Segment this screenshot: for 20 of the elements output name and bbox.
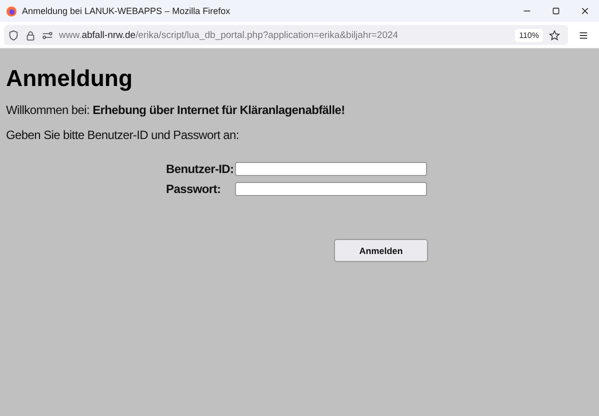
- bookmark-star-icon[interactable]: [549, 30, 560, 40]
- permissions-icon[interactable]: [42, 30, 53, 40]
- lock-icon[interactable]: [25, 30, 36, 40]
- field-label: Benutzer-ID:: [166, 162, 235, 176]
- field-label: Passwort:: [166, 182, 222, 196]
- login-button[interactable]: Anmelden: [334, 239, 428, 262]
- instruction-text: Geben Sie bitte Benutzer-ID und Passwort an:: [6, 128, 240, 142]
- firefox-logo-icon: [6, 6, 17, 16]
- close-icon[interactable]: [581, 7, 589, 15]
- page-heading: Anmeldung: [6, 65, 134, 92]
- url-text[interactable]: www.abfall-nrw.de/erika/script/lua_db_portal.php?application=erika&biljahr=2024: [59, 30, 510, 40]
- zoom-level[interactable]: 110%: [515, 28, 543, 42]
- menu-icon[interactable]: [578, 30, 589, 40]
- address-bar[interactable]: www.abfall-nrw.de/erika/script/lua_db_portal.php?application=erika&biljahr=2024 110%: [4, 25, 568, 45]
- user-id-field[interactable]: [235, 162, 427, 176]
- password-field[interactable]: [235, 182, 427, 196]
- window-title: Anmeldung bei LANUK-WEBAPPS – Mozilla Firefox: [22, 6, 232, 16]
- welcome-text: Willkommen bei: Erhebung über Internet für Kläranlagenabfälle!: [6, 103, 346, 117]
- maximize-icon[interactable]: [552, 7, 560, 15]
- shield-icon[interactable]: [8, 30, 19, 40]
